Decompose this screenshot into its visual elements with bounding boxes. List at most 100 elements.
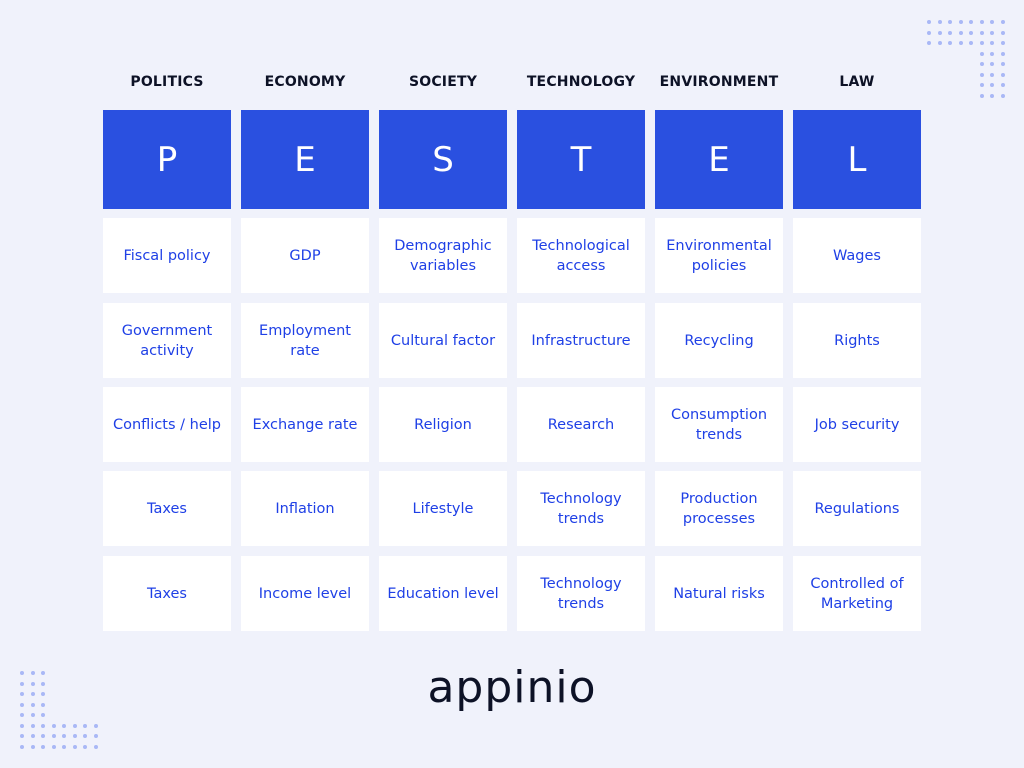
decorative-dot <box>927 20 931 24</box>
factor-cell: Consumption trends <box>655 387 783 462</box>
column-title-society: SOCIETY <box>408 74 478 90</box>
column-title-environment: ENVIRONMENT <box>659 74 779 90</box>
appinio-logo: appinio <box>427 662 597 713</box>
decorative-dot <box>30 723 35 728</box>
factor-cell: Cultural factor <box>379 303 507 378</box>
decorative-dot <box>30 713 35 717</box>
decorative-dot <box>990 93 994 98</box>
factor-cell: Research <box>517 387 645 462</box>
factor-cell: Technology trends <box>517 471 645 546</box>
decorative-dot <box>969 20 973 24</box>
letter-box-economy: E <box>241 110 369 209</box>
decorative-dot <box>937 41 942 45</box>
factor-cell: Religion <box>379 387 507 462</box>
factor-cell: Conflicts / help <box>103 387 231 462</box>
decorative-dot <box>979 83 984 87</box>
factor-cell: Infrastructure <box>517 303 645 378</box>
decorative-dot <box>93 734 98 738</box>
decorative-dot <box>51 723 56 728</box>
decorative-dot <box>979 30 984 35</box>
factor-cell: Regulations <box>793 471 921 546</box>
column-title-politics: POLITICS <box>130 74 204 90</box>
factor-cell: Inflation <box>241 471 369 546</box>
decorative-dot <box>1000 62 1005 66</box>
letter-box-environment: E <box>655 110 783 209</box>
decorative-dot <box>20 734 24 738</box>
decorative-dot <box>41 713 45 717</box>
decorative-dot <box>1000 72 1005 77</box>
decorative-dot <box>20 744 24 749</box>
decorative-dot <box>958 20 963 24</box>
factor-cell: Government activity <box>103 303 231 378</box>
decorative-dot <box>937 30 942 35</box>
decorative-dot <box>990 83 994 87</box>
column-title-technology: TECHNOLOGY <box>526 74 636 90</box>
factor-cell: Fiscal policy <box>103 218 231 293</box>
factor-cell: Taxes <box>103 471 231 546</box>
decorative-dot <box>990 62 994 66</box>
decorative-dot <box>72 744 77 749</box>
decorative-dot <box>83 734 87 738</box>
decorative-dot <box>20 713 24 717</box>
factor-cell: Exchange rate <box>241 387 369 462</box>
decorative-dot <box>958 41 963 45</box>
decorative-dot <box>958 30 963 35</box>
factor-cell: Natural risks <box>655 556 783 631</box>
decorative-dot <box>937 20 942 24</box>
decorative-dot <box>62 723 66 728</box>
factor-cell: Demographic variables <box>379 218 507 293</box>
decorative-dot <box>62 734 66 738</box>
decorative-dot <box>990 72 994 77</box>
column-title-economy: ECONOMY <box>264 74 346 90</box>
decorative-dot <box>51 734 56 738</box>
decorative-dot <box>990 51 994 56</box>
decorative-dot <box>41 744 45 749</box>
decorative-dot <box>979 72 984 77</box>
decorative-dot <box>62 744 66 749</box>
decorative-dot <box>1000 20 1005 24</box>
factor-cell: Employment rate <box>241 303 369 378</box>
decorative-dot <box>51 744 56 749</box>
decorative-dot <box>93 723 98 728</box>
decorative-dot <box>979 41 984 45</box>
factor-cell: Job security <box>793 387 921 462</box>
factor-cell: Recycling <box>655 303 783 378</box>
factor-cell: Rights <box>793 303 921 378</box>
decorative-dot <box>948 20 952 24</box>
decorative-dot <box>30 734 35 738</box>
letter-box-technology: T <box>517 110 645 209</box>
decorative-dot <box>1000 30 1005 35</box>
decorative-dot <box>948 30 952 35</box>
decorative-dot <box>990 41 994 45</box>
letter-box-law: L <box>793 110 921 209</box>
factor-cell: Lifestyle <box>379 471 507 546</box>
decorative-dot <box>83 723 87 728</box>
decorative-dot <box>83 744 87 749</box>
decorative-dot <box>72 723 77 728</box>
factor-cell: Production processes <box>655 471 783 546</box>
factor-cell: Taxes <box>103 556 231 631</box>
decorative-dot <box>72 734 77 738</box>
decorative-dot <box>1000 83 1005 87</box>
factor-cell: Technological access <box>517 218 645 293</box>
decorative-dot <box>927 30 931 35</box>
decorative-dot <box>979 20 984 24</box>
decorative-dot <box>969 41 973 45</box>
decorative-dot <box>990 30 994 35</box>
letter-box-society: S <box>379 110 507 209</box>
decorative-dot <box>969 30 973 35</box>
decorative-dot <box>30 744 35 749</box>
factor-cell: Controlled of Marketing <box>793 556 921 631</box>
decorative-dot <box>927 41 931 45</box>
factor-cell: Wages <box>793 218 921 293</box>
column-title-law: LAW <box>839 74 875 90</box>
decorative-dot <box>20 723 24 728</box>
letter-box-politics: P <box>103 110 231 209</box>
decorative-dot <box>979 93 984 98</box>
decorative-dot <box>93 744 98 749</box>
decorative-dot <box>1000 51 1005 56</box>
decorative-dot <box>979 62 984 66</box>
factor-cell: GDP <box>241 218 369 293</box>
factor-cell: Education level <box>379 556 507 631</box>
factor-cell: Income level <box>241 556 369 631</box>
